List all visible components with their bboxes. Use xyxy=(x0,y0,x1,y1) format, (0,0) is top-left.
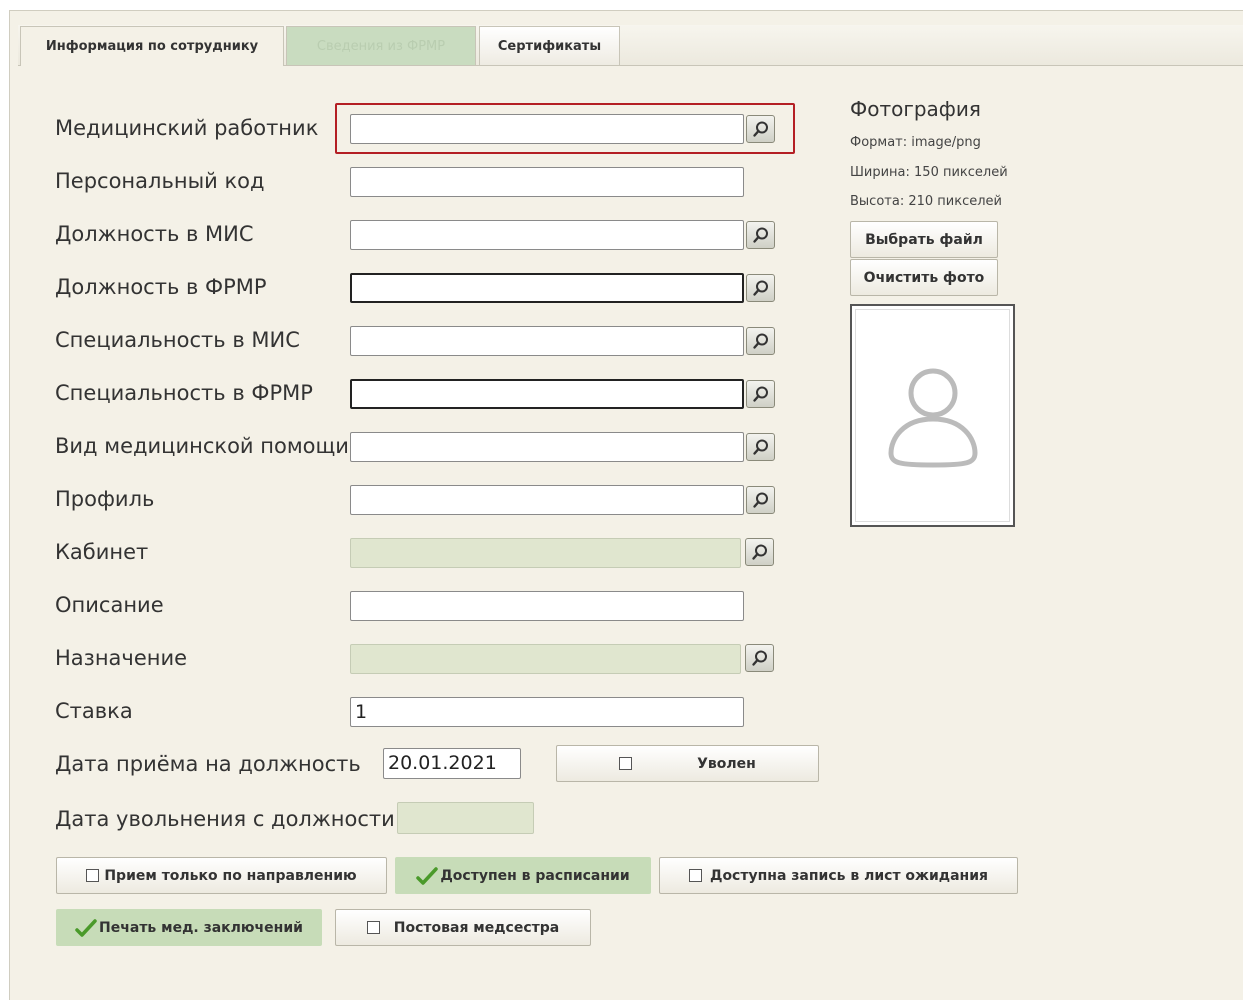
waiting-list-checkbox[interactable] xyxy=(688,869,702,882)
personal-code-field[interactable] xyxy=(350,167,744,197)
tab-employee-info[interactable]: Информация по сотруднику xyxy=(20,26,284,66)
position-frmr-label: Должность в ФРМР xyxy=(55,275,267,299)
waiting-list-label: Доступна запись в лист ожидания xyxy=(709,867,989,884)
photo-height: Высота: 210 пикселей xyxy=(850,194,1002,209)
choose-file-button[interactable]: Выбрать файл xyxy=(850,221,998,258)
description-field[interactable] xyxy=(350,591,744,621)
dismissal-date-field xyxy=(397,802,534,834)
dismissal-date-label: Дата увольнения с должности xyxy=(55,807,395,831)
search-icon xyxy=(752,386,768,402)
search-icon xyxy=(751,544,767,560)
assignment-field xyxy=(350,644,741,674)
assignment-label: Назначение xyxy=(55,646,188,670)
dismissed-toggle[interactable]: Уволен xyxy=(556,745,819,782)
search-icon xyxy=(752,227,768,243)
tab-frmr-info: Сведения из ФРМР xyxy=(286,26,476,65)
tab-certificates[interactable]: Сертификаты xyxy=(479,26,620,65)
cabinet-search-button[interactable] xyxy=(745,538,774,566)
ward-nurse-label: Постовая медсестра xyxy=(393,919,560,936)
clear-photo-button[interactable]: Очистить фото xyxy=(850,259,998,296)
description-label: Описание xyxy=(55,593,164,617)
user-silhouette-icon xyxy=(887,368,978,468)
ward-nurse-toggle[interactable]: Постовая медсестра xyxy=(335,909,591,946)
photo-format: Формат: image/png xyxy=(850,135,981,150)
position-frmr-field[interactable] xyxy=(350,273,744,303)
specialty-frmr-label: Специальность в ФРМР xyxy=(55,381,313,405)
specialty-mis-search-button[interactable] xyxy=(746,327,775,355)
search-icon xyxy=(752,492,768,508)
care-type-field[interactable] xyxy=(350,432,744,462)
cabinet-field xyxy=(350,538,741,568)
hire-date-label: Дата приёма на должность xyxy=(55,752,361,776)
personal-code-label: Персональный код xyxy=(55,169,265,193)
waiting-list-toggle[interactable]: Доступна запись в лист ожидания xyxy=(659,857,1018,894)
search-icon xyxy=(751,650,767,666)
dismissed-label: Уволен xyxy=(697,755,756,772)
position-mis-search-button[interactable] xyxy=(746,221,775,249)
search-icon xyxy=(752,333,768,349)
photo-preview xyxy=(850,304,1015,527)
specialty-mis-field[interactable] xyxy=(350,326,744,356)
print-conclusions-label: Печать мед. заключений xyxy=(99,919,303,936)
specialty-frmr-field[interactable] xyxy=(350,379,744,409)
rate-field[interactable]: 1 xyxy=(350,697,744,727)
cabinet-label: Кабинет xyxy=(55,540,149,564)
med-worker-highlight xyxy=(335,103,795,154)
checkmark-icon xyxy=(75,918,97,937)
position-frmr-search-button[interactable] xyxy=(746,274,775,302)
print-conclusions-toggle[interactable]: Печать мед. заключений xyxy=(56,909,322,946)
rate-label: Ставка xyxy=(55,699,133,723)
referral-only-checkbox[interactable] xyxy=(86,869,100,882)
profile-label: Профиль xyxy=(55,487,155,511)
profile-search-button[interactable] xyxy=(746,486,775,514)
hire-date-field[interactable]: 20.01.2021 xyxy=(383,748,521,779)
photo-width: Ширина: 150 пикселей xyxy=(850,165,1008,180)
search-icon xyxy=(752,439,768,455)
dismissed-checkbox[interactable] xyxy=(619,757,633,770)
care-type-search-button[interactable] xyxy=(746,433,775,461)
in-schedule-label: Доступен в расписании xyxy=(440,867,630,884)
specialty-frmr-search-button[interactable] xyxy=(746,380,775,408)
care-type-label: Вид медицинской помощи xyxy=(55,434,349,458)
referral-only-label: Прием только по направлению xyxy=(104,867,357,884)
referral-only-toggle[interactable]: Прием только по направлению xyxy=(56,857,387,894)
in-schedule-toggle[interactable]: Доступен в расписании xyxy=(395,857,651,894)
assignment-search-button[interactable] xyxy=(745,644,774,672)
ward-nurse-checkbox[interactable] xyxy=(366,921,380,934)
photo-placeholder xyxy=(855,309,1010,522)
position-mis-field[interactable] xyxy=(350,220,744,250)
checkmark-icon xyxy=(416,866,439,885)
photo-title: Фотография xyxy=(850,97,981,121)
search-icon xyxy=(752,280,768,296)
position-mis-label: Должность в МИС xyxy=(55,222,254,246)
med-worker-label: Медицинский работник xyxy=(55,116,319,140)
specialty-mis-label: Специальность в МИС xyxy=(55,328,300,352)
profile-field[interactable] xyxy=(350,485,744,515)
